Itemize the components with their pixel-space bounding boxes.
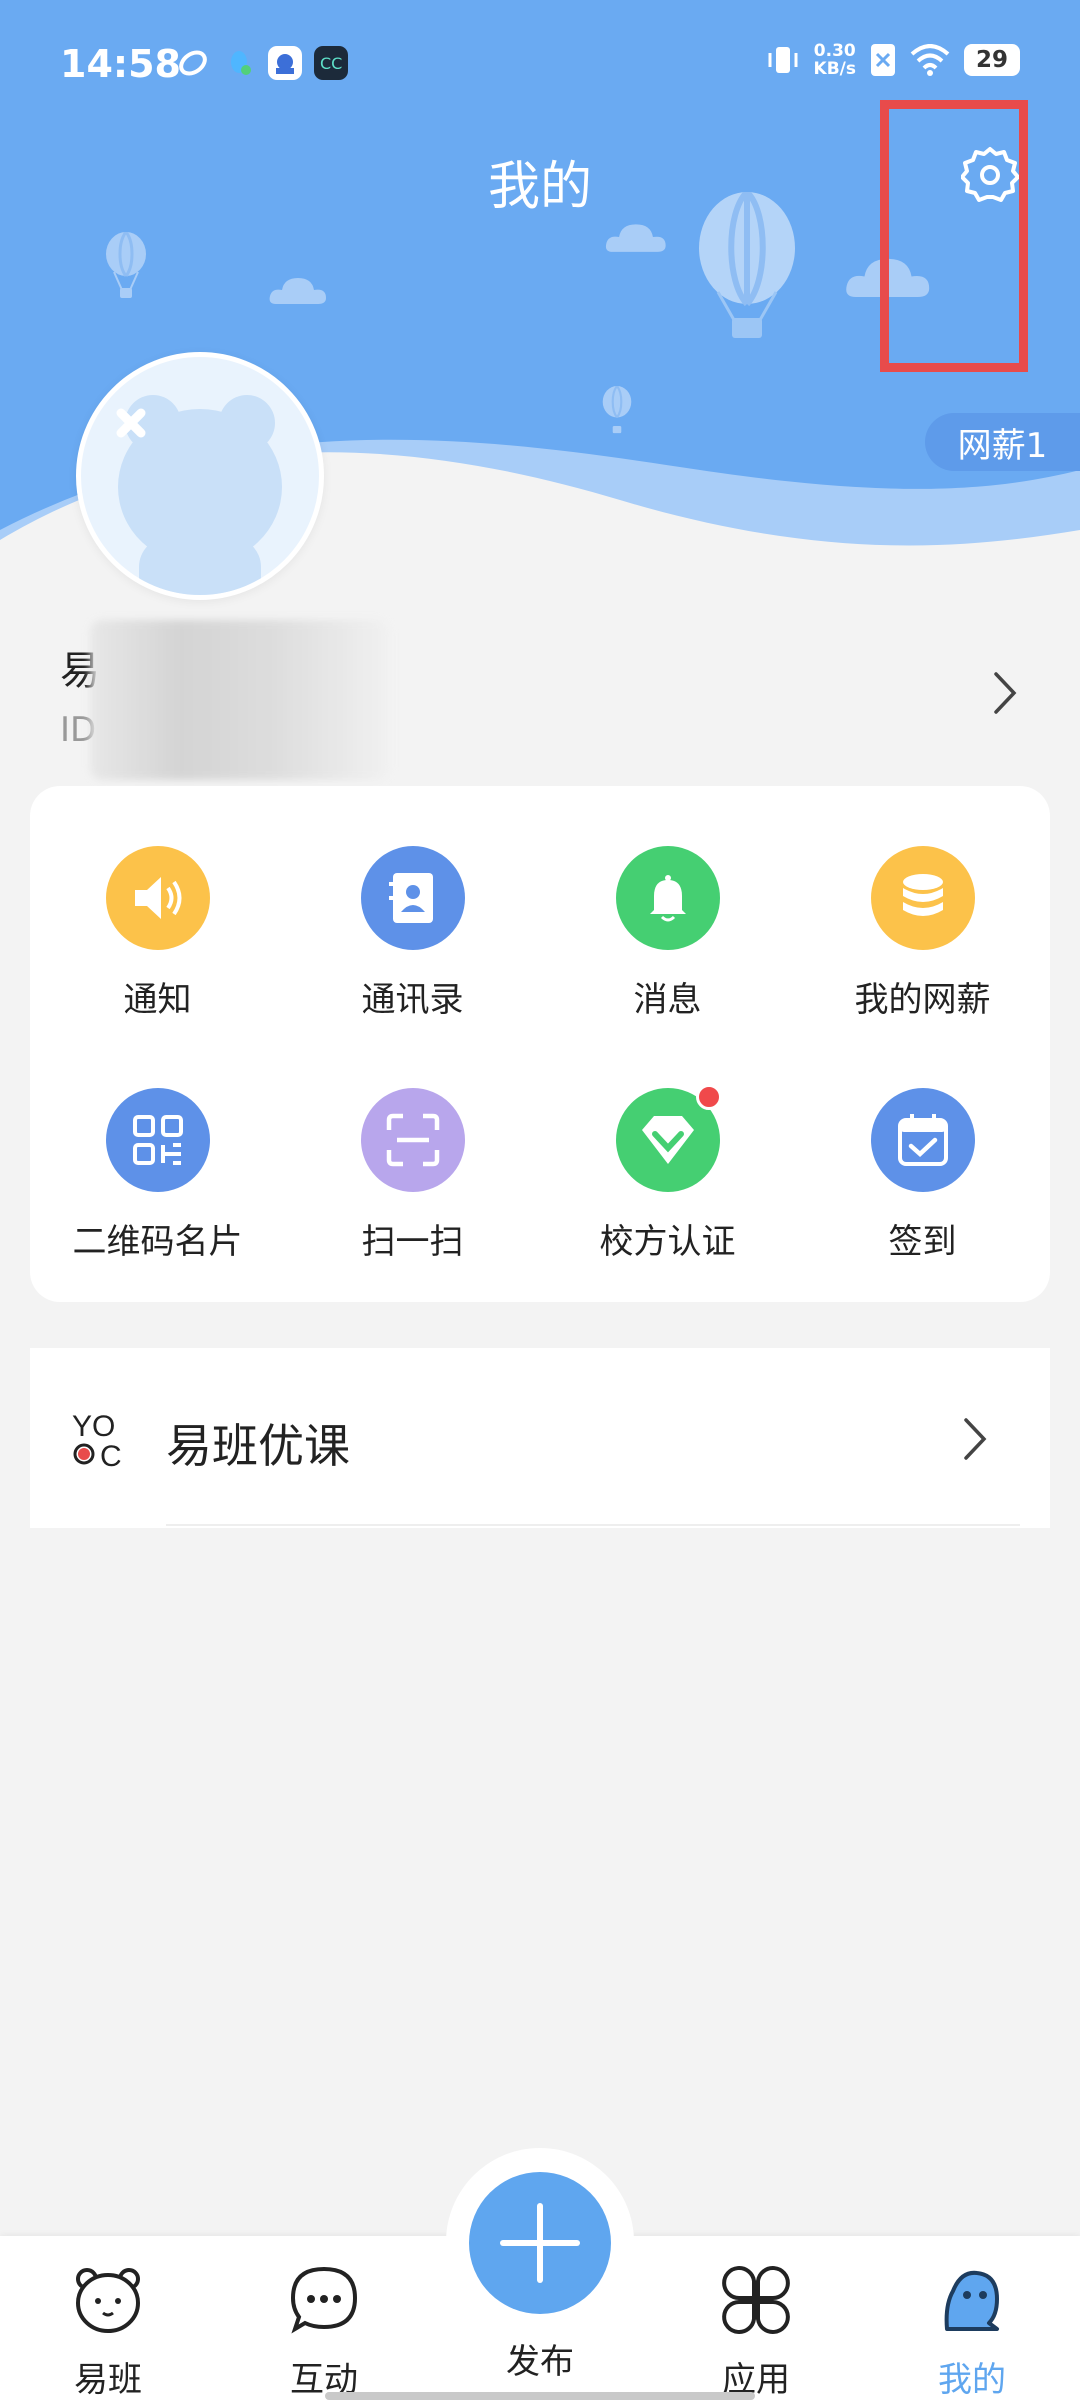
apps-clover-icon — [718, 2262, 794, 2338]
nav-label: 易班 — [74, 2360, 142, 2400]
notification-icons: CC — [176, 46, 348, 80]
grid-label: 扫一扫 — [361, 1222, 464, 1262]
nav-item-interact[interactable]: 互动 — [244, 2262, 404, 2401]
yoc-logo: YO C — [72, 1410, 122, 1470]
grid-item-scan[interactable]: 扫一扫 — [285, 1088, 540, 1263]
svg-text:C: C — [100, 1440, 122, 1470]
battery-indicator: 29 — [964, 44, 1020, 76]
app-notification-icon — [176, 46, 210, 80]
grid-item-qr-card[interactable]: 二维码名片 — [30, 1088, 285, 1263]
status-time: 14:58 — [60, 42, 181, 86]
coin-stack-icon — [870, 846, 975, 950]
grid-item-contacts[interactable]: 通讯录 — [285, 846, 540, 1021]
calendar-check-icon — [870, 1088, 975, 1192]
bell-icon — [615, 846, 720, 950]
cloud-icon — [605, 224, 666, 252]
grid-label: 通知 — [123, 980, 192, 1020]
chat-bubble-icon — [286, 2262, 362, 2338]
quick-actions-card: 通知 通讯录 消息 我的网薪 二维码名片 扫一扫 校方认证 签到 — [30, 786, 1050, 1302]
balloon-icon — [106, 232, 146, 298]
nav-item-mine[interactable]: 我的 — [892, 2262, 1052, 2401]
network-speed: 0.30 KB/s — [813, 41, 856, 79]
highlight-box — [880, 100, 1028, 372]
bear-face-icon — [70, 2262, 146, 2338]
profile-row[interactable]: 易 ID — [0, 620, 1080, 780]
grid-item-my-salary[interactable]: 我的网薪 — [795, 846, 1050, 1021]
redacted-info — [90, 620, 390, 780]
vibrate-icon — [768, 47, 798, 73]
verified-diamond-icon — [615, 1084, 722, 1192]
bear-avatar-icon — [116, 395, 282, 595]
home-indicator — [325, 2392, 755, 2400]
sim-off-icon — [871, 44, 895, 76]
speaker-icon — [105, 846, 210, 950]
nav-label: 我的 — [938, 2360, 1006, 2400]
publish-button[interactable] — [469, 2172, 611, 2314]
qr-code-icon — [105, 1088, 210, 1192]
contacts-book-icon — [360, 846, 465, 950]
course-title: 易班优课 — [166, 1419, 350, 1473]
status-system-icons: 0.30 KB/s 29 — [766, 42, 1020, 78]
nav-label: 发布 — [506, 2342, 574, 2382]
grid-item-school-verify[interactable]: 校方认证 — [540, 1084, 795, 1263]
nav-item-yiban[interactable]: 易班 — [28, 2262, 188, 2401]
mascot-icon — [934, 2262, 1010, 2338]
grid-item-messages[interactable]: 消息 — [540, 846, 795, 1021]
wifi-icon — [910, 44, 950, 76]
scan-icon — [360, 1088, 465, 1192]
plus-icon — [500, 2203, 580, 2283]
app-notification-icon: CC — [314, 46, 348, 80]
cloud-icon — [269, 278, 326, 304]
grid-item-check-in[interactable]: 签到 — [795, 1088, 1050, 1263]
grid-label: 通讯录 — [361, 980, 464, 1020]
app-notification-icon — [268, 46, 302, 80]
chevron-right-icon — [964, 1418, 987, 1460]
unread-dot — [695, 1084, 722, 1110]
svg-text:YO: YO — [72, 1410, 115, 1443]
grid-label: 二维码名片 — [72, 1222, 243, 1262]
qq-icon — [222, 46, 256, 80]
nav-item-publish[interactable]: 发布 — [460, 2334, 620, 2383]
grid-label: 我的网薪 — [854, 980, 991, 1020]
grid-item-notice[interactable]: 通知 — [30, 846, 285, 1021]
avatar[interactable] — [76, 352, 324, 600]
grid-label: 校方认证 — [599, 1222, 736, 1262]
grid-label: 消息 — [633, 980, 702, 1020]
salary-badge[interactable]: 网薪1 — [925, 413, 1080, 471]
nav-item-apps[interactable]: 应用 — [676, 2262, 836, 2401]
divider — [166, 1524, 1020, 1526]
grid-label: 签到 — [888, 1222, 957, 1262]
chevron-right-icon — [994, 672, 1017, 714]
course-row[interactable]: YO C 易班优课 — [30, 1348, 1050, 1528]
svg-text:CC: CC — [320, 54, 342, 73]
